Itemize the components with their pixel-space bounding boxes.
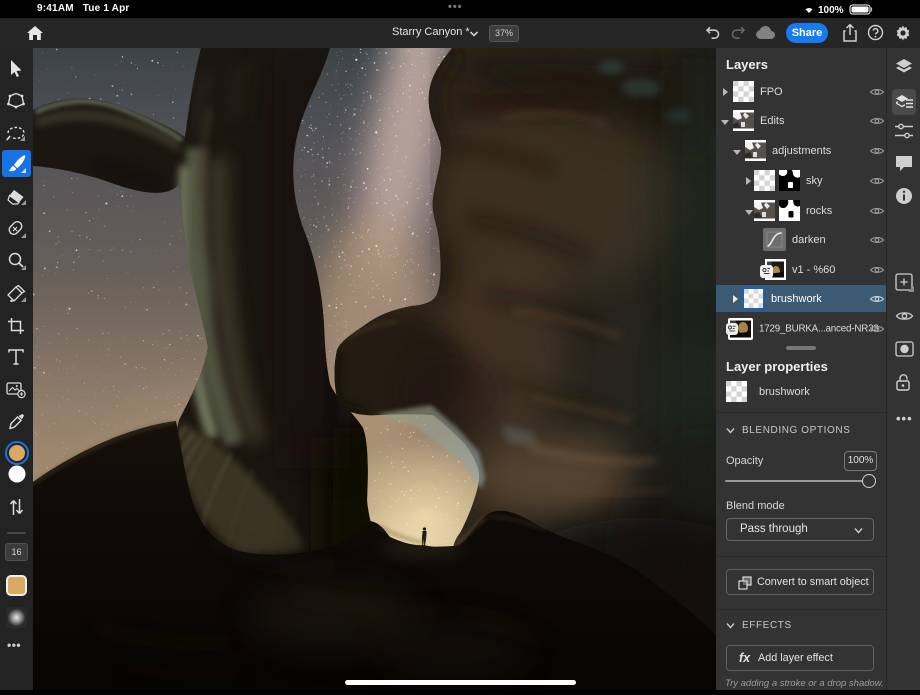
svg-text:100%: 100% bbox=[818, 5, 844, 16]
